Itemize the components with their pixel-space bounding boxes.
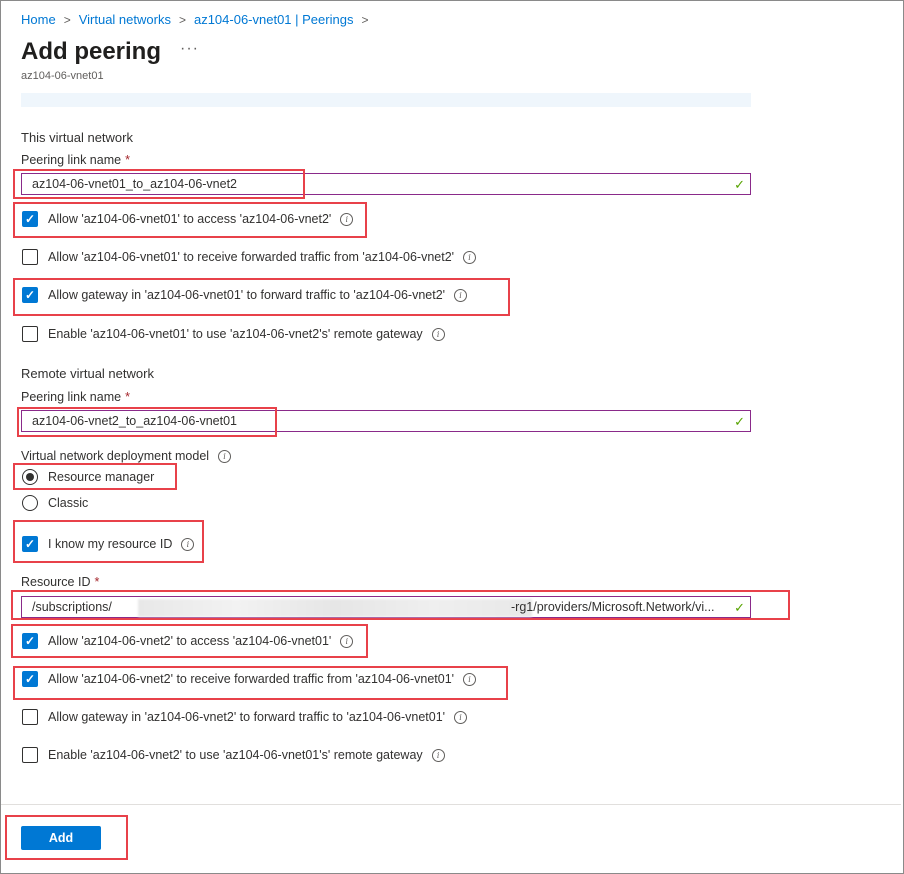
remote-peering-label: Peering link name * bbox=[21, 390, 130, 404]
info-icon[interactable]: i bbox=[463, 250, 477, 264]
radio-button[interactable] bbox=[22, 495, 38, 511]
remote-option-gateway[interactable]: Allow gateway in 'az104-06-vnet2' to for… bbox=[22, 709, 468, 725]
required-mark: * bbox=[125, 390, 130, 404]
info-icon[interactable]: i bbox=[431, 748, 445, 762]
page-subtitle: az104-06-vnet01 bbox=[21, 70, 104, 82]
breadcrumb-home[interactable]: Home bbox=[21, 12, 56, 27]
option-label: Enable 'az104-06-vnet01' to use 'az104-0… bbox=[48, 327, 423, 341]
radio-classic[interactable]: Classic bbox=[22, 495, 88, 511]
footer-divider bbox=[1, 804, 901, 805]
resource-id-label-text: Resource ID bbox=[21, 575, 91, 589]
highlight-box bbox=[13, 278, 510, 316]
more-options-button[interactable]: ··· bbox=[180, 40, 199, 58]
this-peering-label: Peering link name * bbox=[21, 153, 130, 167]
highlight-box bbox=[17, 407, 277, 437]
checkbox[interactable] bbox=[22, 249, 38, 265]
required-mark: * bbox=[94, 575, 100, 589]
this-option-remote-gateway[interactable]: Enable 'az104-06-vnet01' to use 'az104-0… bbox=[22, 326, 445, 342]
highlight-box bbox=[13, 520, 204, 563]
highlight-box bbox=[13, 169, 305, 199]
section-remote-network: Remote virtual network bbox=[21, 366, 154, 381]
breadcrumb-virtual-networks[interactable]: Virtual networks bbox=[79, 12, 171, 27]
checkbox[interactable] bbox=[22, 326, 38, 342]
radio-label: Classic bbox=[48, 496, 89, 510]
remote-option-remote-gateway[interactable]: Enable 'az104-06-vnet2' to use 'az104-06… bbox=[22, 747, 445, 763]
highlight-box bbox=[13, 202, 367, 238]
breadcrumb-peerings[interactable]: az104-06-vnet01 | Peerings bbox=[194, 12, 353, 27]
highlight-box bbox=[5, 815, 128, 860]
info-icon[interactable]: i bbox=[431, 327, 445, 341]
deployment-model-label-text: Virtual network deployment model bbox=[21, 449, 210, 463]
highlight-box bbox=[13, 666, 508, 700]
option-label: Allow gateway in 'az104-06-vnet2' to for… bbox=[48, 710, 446, 724]
checkbox[interactable] bbox=[22, 709, 38, 725]
checkmark-icon: ✓ bbox=[734, 177, 745, 192]
info-icon[interactable]: i bbox=[218, 449, 232, 463]
chevron-right-icon: > bbox=[361, 12, 369, 27]
checkmark-icon: ✓ bbox=[734, 414, 745, 429]
this-peering-label-text: Peering link name bbox=[21, 153, 122, 167]
highlight-box bbox=[11, 624, 368, 658]
remote-peering-label-text: Peering link name bbox=[21, 390, 122, 404]
chevron-right-icon: > bbox=[178, 12, 186, 27]
option-label: Enable 'az104-06-vnet2' to use 'az104-06… bbox=[48, 748, 423, 762]
this-option-forwarded[interactable]: Allow 'az104-06-vnet01' to receive forwa… bbox=[22, 249, 477, 265]
checkbox[interactable] bbox=[22, 747, 38, 763]
window-frame bbox=[0, 0, 904, 874]
chevron-right-icon: > bbox=[63, 12, 71, 27]
breadcrumb: Home > Virtual networks > az104-06-vnet0… bbox=[21, 12, 376, 27]
info-banner bbox=[21, 93, 751, 107]
highlight-box bbox=[11, 590, 790, 620]
page-title: Add peering bbox=[21, 38, 162, 65]
deployment-model-label: Virtual network deployment model i bbox=[21, 449, 232, 463]
info-icon[interactable]: i bbox=[454, 710, 468, 724]
option-label: Allow 'az104-06-vnet01' to receive forwa… bbox=[48, 250, 455, 264]
section-this-network: This virtual network bbox=[21, 130, 133, 145]
resource-id-label: Resource ID * bbox=[21, 575, 99, 589]
required-mark: * bbox=[125, 153, 130, 167]
highlight-box bbox=[13, 463, 177, 490]
